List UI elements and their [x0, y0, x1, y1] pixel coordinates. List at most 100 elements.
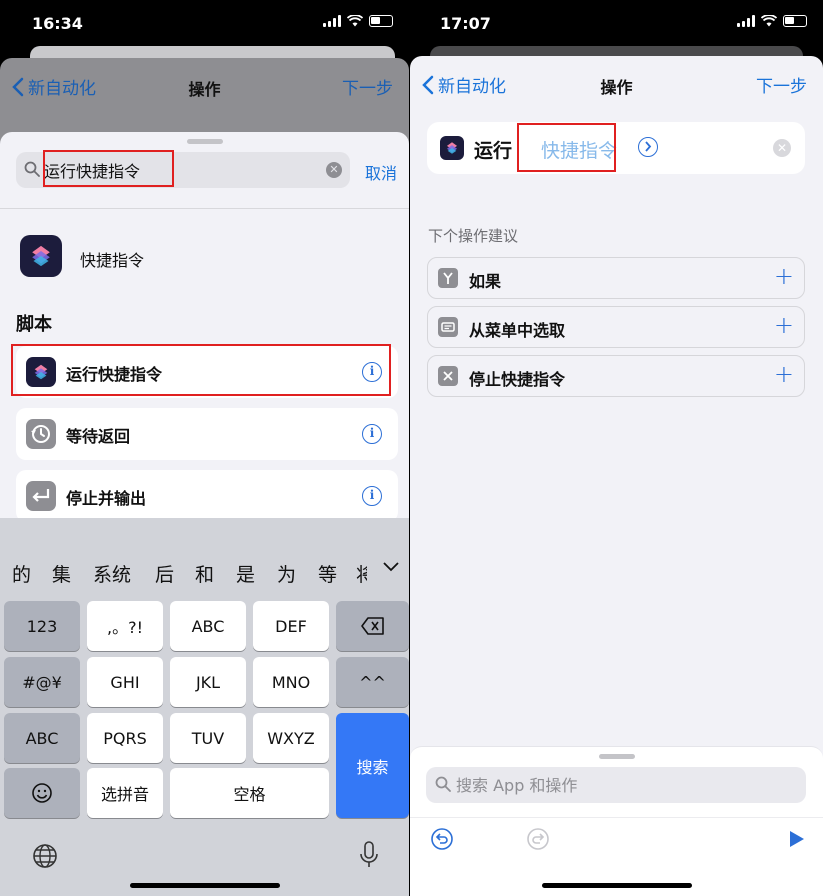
- right-screenshot: 17:07 新自动化 操作 下一步 运行 快捷指令 ✕ 下个操作建议 如果 + …: [410, 0, 823, 896]
- candidate-word[interactable]: 集: [52, 560, 71, 587]
- backspace-icon: [360, 617, 384, 635]
- next-button[interactable]: 下一步: [756, 72, 807, 97]
- key-emoticon[interactable]: ^^: [336, 657, 409, 707]
- cancel-button[interactable]: 取消: [365, 160, 397, 184]
- status-icons: [323, 15, 393, 27]
- candidate-word[interactable]: 系统: [93, 560, 131, 587]
- globe-icon[interactable]: [32, 843, 58, 869]
- wifi-icon: [347, 15, 363, 27]
- key-ghi[interactable]: GHI: [87, 657, 163, 707]
- play-icon[interactable]: [784, 827, 808, 851]
- action-run-shortcut[interactable]: 运行快捷指令 i: [16, 346, 398, 398]
- info-icon[interactable]: i: [362, 362, 382, 382]
- sheet-grabber[interactable]: [598, 754, 635, 759]
- key-jkl[interactable]: JKL: [170, 657, 246, 707]
- run-shortcut-action-card[interactable]: 运行 快捷指令 ✕: [427, 122, 805, 174]
- remove-action-icon[interactable]: ✕: [773, 139, 791, 157]
- battery-icon: [783, 15, 807, 27]
- battery-icon: [369, 15, 393, 27]
- shortcuts-app-icon: [20, 235, 62, 277]
- emoji-icon: [32, 783, 52, 803]
- key-delete[interactable]: [336, 601, 409, 651]
- candidate-word[interactable]: 是: [236, 560, 255, 587]
- branch-icon: [438, 268, 458, 288]
- shortcuts-icon: [26, 357, 56, 387]
- candidate-word[interactable]: 的: [12, 560, 31, 587]
- history-icon: [26, 419, 56, 449]
- search-input[interactable]: [456, 771, 786, 799]
- key-abc-mode[interactable]: ABC: [4, 713, 80, 763]
- wifi-icon: [761, 15, 777, 27]
- candidate-bar: 的 集 系统 后 和 是 为 等 将: [0, 548, 409, 586]
- expand-chevron-icon[interactable]: [638, 137, 658, 157]
- status-icons: [737, 15, 807, 27]
- home-indicator: [541, 883, 692, 888]
- suggestion-stop-shortcut[interactable]: 停止快捷指令 +: [427, 355, 805, 397]
- redo-icon[interactable]: [526, 827, 550, 851]
- clear-search-button[interactable]: ✕: [326, 162, 342, 178]
- search-icon: [24, 161, 40, 177]
- key-search[interactable]: 搜索: [336, 713, 409, 818]
- key-abc[interactable]: ABC: [170, 601, 246, 651]
- chinese-keyboard: 的 集 系统 后 和 是 为 等 将 123 ,。?! ABC DEF #@¥ …: [0, 518, 409, 896]
- suggestion-label: 停止快捷指令: [469, 370, 566, 389]
- suggestion-if[interactable]: 如果 +: [427, 257, 805, 299]
- search-icon: [435, 776, 451, 792]
- key-punctuation[interactable]: ,。?!: [87, 601, 163, 651]
- shortcut-parameter[interactable]: 快捷指令: [541, 136, 617, 163]
- candidate-word[interactable]: 将: [356, 560, 367, 587]
- left-screenshot: 16:34 新自动化 操作 下一步 ✕ 取消 快捷指令: [0, 0, 409, 896]
- action-label: 停止并输出: [66, 489, 147, 508]
- candidate-word[interactable]: 后: [155, 560, 174, 587]
- action-label: 等待返回: [66, 427, 131, 446]
- next-button[interactable]: 下一步: [342, 74, 393, 99]
- action-verb: 运行: [474, 140, 513, 162]
- status-bar: 16:34: [0, 0, 409, 44]
- status-time: 17:07: [440, 14, 491, 33]
- action-wait-to-return[interactable]: 等待返回 i: [16, 408, 398, 460]
- menu-icon: [438, 317, 458, 337]
- shortcuts-icon: [440, 136, 464, 160]
- signal-icon: [323, 15, 341, 27]
- action-picker-sheet: ✕ 取消 快捷指令 脚本 运行快捷指令 i 等待返回 i: [0, 132, 409, 518]
- suggestion-label: 从菜单中选取: [469, 321, 566, 340]
- key-mno[interactable]: MNO: [253, 657, 329, 707]
- key-pqrs[interactable]: PQRS: [87, 713, 163, 763]
- add-icon[interactable]: +: [774, 360, 794, 388]
- nav-bar: 新自动化 操作 下一步: [410, 56, 823, 116]
- search-bar[interactable]: [426, 767, 806, 803]
- key-def[interactable]: DEF: [253, 601, 329, 651]
- suggestions-title: 下个操作建议: [428, 227, 519, 245]
- candidate-word[interactable]: 为: [277, 560, 296, 587]
- search-input[interactable]: [44, 156, 314, 184]
- chevron-down-icon[interactable]: [383, 562, 399, 572]
- key-wxyz[interactable]: WXYZ: [253, 713, 329, 763]
- key-emoji[interactable]: [4, 768, 80, 818]
- action-stop-and-output[interactable]: 停止并输出 i: [16, 470, 398, 518]
- suggestion-label: 如果: [469, 272, 502, 291]
- key-tuv[interactable]: TUV: [170, 713, 246, 763]
- divider: [0, 208, 409, 209]
- bottom-action-sheet: [410, 746, 823, 896]
- signal-icon: [737, 15, 755, 27]
- stop-icon: [438, 366, 458, 386]
- add-icon[interactable]: +: [774, 262, 794, 290]
- info-icon[interactable]: i: [362, 486, 382, 506]
- add-icon[interactable]: +: [774, 311, 794, 339]
- candidate-word[interactable]: 等: [318, 560, 337, 587]
- key-symbols[interactable]: #@¥: [4, 657, 80, 707]
- action-label: 运行快捷指令: [66, 365, 163, 384]
- home-indicator: [129, 883, 280, 888]
- info-icon[interactable]: i: [362, 424, 382, 444]
- search-bar[interactable]: ✕: [16, 152, 350, 188]
- undo-icon[interactable]: [430, 827, 454, 851]
- suggestion-choose-from-menu[interactable]: 从菜单中选取 +: [427, 306, 805, 348]
- return-icon: [26, 481, 56, 511]
- key-123[interactable]: 123: [4, 601, 80, 651]
- nav-bar: 新自动化 操作 下一步: [0, 58, 409, 118]
- microphone-icon[interactable]: [359, 841, 379, 869]
- candidate-word[interactable]: 和: [195, 560, 214, 587]
- key-space[interactable]: 空格: [170, 768, 329, 818]
- key-select-pinyin[interactable]: 选拼音: [87, 768, 163, 818]
- sheet-grabber[interactable]: [186, 139, 223, 144]
